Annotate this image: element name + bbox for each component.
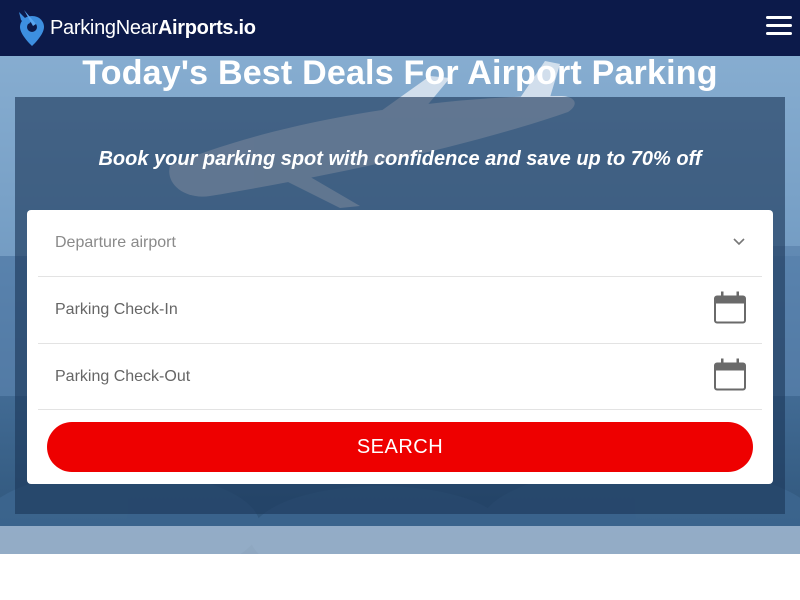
logo-text-airports: Airports.io bbox=[157, 17, 256, 39]
chevron-down-icon bbox=[732, 234, 746, 252]
top-navigation-bar: ParkingNearAirports.io bbox=[0, 0, 800, 56]
parking-check-in-field[interactable]: Parking Check-In bbox=[38, 277, 762, 344]
page-subtitle: Book your parking spot with confidence a… bbox=[98, 148, 702, 170]
check-out-label: Parking Check-Out bbox=[55, 367, 191, 385]
search-form-card: Departure airport Parking Check-In Parki… bbox=[27, 210, 773, 484]
parking-check-out-field[interactable]: Parking Check-Out bbox=[38, 344, 762, 410]
calendar-icon[interactable] bbox=[713, 291, 747, 330]
site-logo[interactable]: ParkingNearAirports.io bbox=[16, 8, 256, 48]
logo-text-parking: Parking bbox=[50, 17, 116, 39]
menu-bar bbox=[766, 16, 792, 19]
menu-bar bbox=[766, 32, 792, 35]
check-in-label: Parking Check-In bbox=[55, 301, 178, 318]
calendar-icon[interactable] bbox=[713, 357, 747, 396]
menu-bar bbox=[766, 24, 792, 27]
logo-text: ParkingNearAirports.io bbox=[50, 18, 256, 38]
departure-airport-select[interactable]: Departure airport bbox=[38, 210, 762, 277]
page-title: Today's Best Deals For Airport Parking bbox=[82, 54, 718, 92]
search-button[interactable]: SEARCH bbox=[47, 422, 753, 472]
logo-pin-plane-icon bbox=[16, 8, 48, 48]
hamburger-menu-icon[interactable] bbox=[766, 16, 792, 38]
logo-text-near: Near bbox=[115, 17, 158, 39]
departure-airport-placeholder: Departure airport bbox=[55, 234, 176, 251]
